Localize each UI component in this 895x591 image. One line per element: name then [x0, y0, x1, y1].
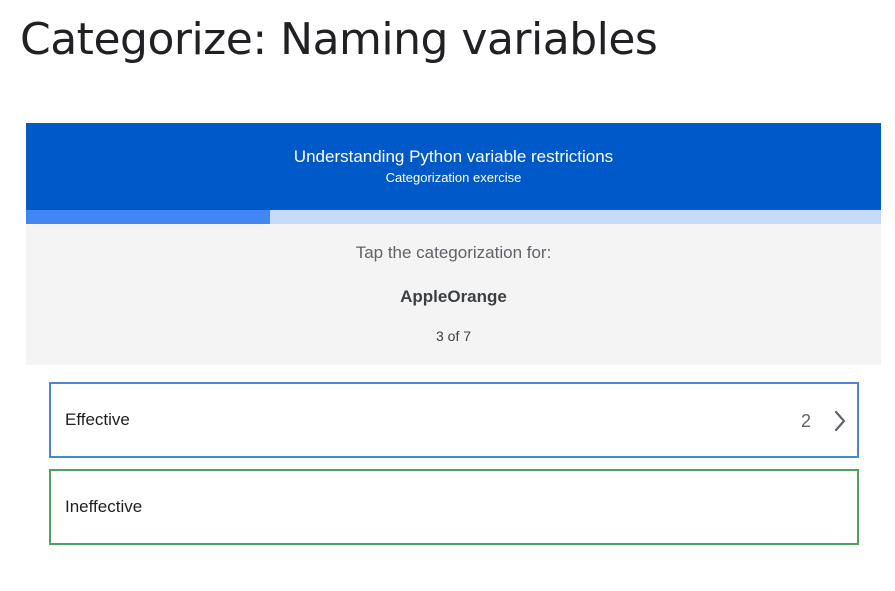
category-option-effective[interactable]: Effective 2	[49, 382, 859, 458]
prompt-panel: Tap the categorization for: AppleOrange …	[26, 224, 881, 365]
exercise-subtitle: Categorization exercise	[385, 170, 522, 185]
category-label: Ineffective	[65, 497, 143, 516]
exercise-header: Understanding Python variable restrictio…	[26, 123, 881, 210]
category-option-ineffective[interactable]: Ineffective	[49, 469, 859, 545]
categorize-widget: Understanding Python variable restrictio…	[26, 123, 881, 365]
category-count: 2	[800, 411, 811, 431]
category-label: Effective	[65, 410, 130, 429]
chevron-right-icon[interactable]	[833, 410, 847, 432]
page-title: Categorize: Naming variables	[20, 14, 658, 65]
item-counter: 3 of 7	[435, 328, 472, 344]
progress-bar-fill	[26, 210, 271, 224]
term-to-categorize: AppleOrange	[400, 287, 507, 306]
prompt-text: Tap the categorization for:	[355, 243, 552, 262]
progress-bar	[26, 210, 881, 224]
exercise-title: Understanding Python variable restrictio…	[293, 147, 614, 166]
